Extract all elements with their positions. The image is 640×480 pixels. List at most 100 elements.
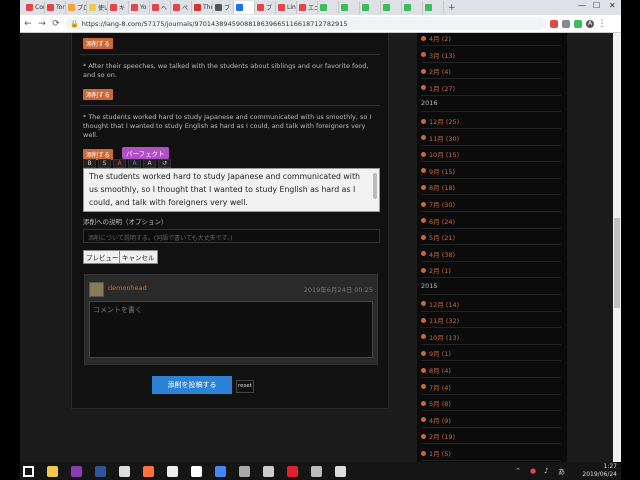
browser-tab[interactable] [360, 1, 381, 14]
undo-button[interactable]: ↺ [158, 159, 171, 168]
onenote-icon[interactable] [68, 464, 84, 478]
archive-month-link[interactable]: 4月 (9) [421, 415, 451, 425]
extension-icon[interactable] [562, 19, 570, 28]
archive-month-link[interactable]: 1月 (27) [421, 83, 455, 93]
minimize-button[interactable]: — [578, 1, 586, 10]
chrome-icon[interactable] [212, 464, 228, 478]
archive-month-link[interactable]: 5月 (21) [421, 232, 455, 242]
explanation-input[interactable]: 添削について説明する。(何語で書いても大丈夫です。) [83, 229, 380, 243]
browser-tab[interactable] [402, 1, 423, 14]
browser-tab[interactable]: Lin [276, 1, 297, 14]
preview-button[interactable]: プレビュー [83, 250, 122, 264]
browser-tab[interactable]: Yo [129, 1, 150, 14]
calculator-icon[interactable] [260, 464, 276, 478]
people-icon[interactable]: ⌃ [515, 467, 521, 475]
reload-icon[interactable]: ⟳ [50, 19, 62, 29]
profile-avatar[interactable]: A [586, 19, 594, 28]
correction-textarea[interactable]: The students worked hard to study Japane… [83, 168, 380, 212]
comment-input[interactable]: コメントを書く [89, 301, 373, 358]
archive-month-link[interactable]: 8月 (4) [421, 365, 451, 375]
archive-month-link[interactable]: 2月 (1) [421, 265, 451, 275]
blank-doc-icon[interactable] [188, 464, 204, 478]
comment-username[interactable]: demonhead [108, 284, 147, 292]
browser-tab[interactable] [339, 1, 360, 14]
archive-month-label: 2月 (1) [429, 267, 451, 276]
red-text-button[interactable]: A [113, 159, 126, 168]
browser-tab[interactable] [234, 1, 255, 14]
archive-month-link[interactable]: 10月 (13) [421, 332, 459, 342]
archive-month-link[interactable]: 3月 (13) [421, 50, 455, 60]
archive-month-link[interactable]: 11月 (30) [421, 133, 459, 143]
camera-icon[interactable] [332, 464, 348, 478]
reset-button[interactable]: reset [236, 380, 254, 393]
file-explorer-icon[interactable] [44, 464, 60, 478]
address-bar[interactable]: 🔒 https://lang-8.com/57175/journals/9701… [66, 17, 546, 30]
perfect-button[interactable]: パーフェクト [122, 147, 169, 159]
text-color-button[interactable]: A [143, 159, 156, 168]
archive-month-link[interactable]: 1月 (5) [421, 448, 451, 458]
archive-month-link[interactable]: 10月 (15) [421, 149, 459, 159]
correct-button[interactable]: 添削する [83, 89, 114, 100]
extension-icon[interactable] [574, 19, 582, 28]
word-icon[interactable] [92, 464, 108, 478]
menu-icon[interactable]: ⋮ [596, 19, 608, 29]
archive-month-link[interactable]: 2月 (4) [421, 66, 451, 76]
ime-indicator[interactable]: あ [558, 467, 565, 477]
bullet-icon [421, 201, 426, 207]
archive-month-link[interactable]: 11月 (32) [421, 315, 459, 325]
browser-tab[interactable]: ブ [255, 1, 276, 14]
archive-month-link[interactable]: 12月 (14) [421, 299, 459, 309]
browser-tab[interactable]: Tor [45, 1, 66, 14]
scrollbar-thumb[interactable] [614, 218, 620, 308]
textarea-scrollbar[interactable] [373, 173, 377, 199]
close-window-button[interactable]: ✕ [609, 1, 616, 10]
correct-button[interactable]: 添削する [83, 38, 114, 49]
browser-tab[interactable] [318, 1, 339, 14]
blue-text-button[interactable]: A [128, 159, 141, 168]
volume-icon[interactable]: ♪ [544, 467, 548, 475]
archive-month-link[interactable]: 4月 (38) [421, 249, 455, 259]
firefox-icon[interactable] [140, 464, 156, 478]
archive-month-label: 7月 (30) [429, 201, 456, 209]
browser-tab[interactable]: キ [108, 1, 129, 14]
browser-tab[interactable]: 使い [87, 1, 108, 14]
obs-icon[interactable] [164, 464, 180, 478]
browser-tab[interactable]: ヘ [150, 1, 171, 14]
browser-tab[interactable] [381, 1, 402, 14]
page-scrollbar[interactable] [613, 33, 621, 462]
notepad-icon[interactable] [116, 464, 132, 478]
windows-start-icon[interactable] [20, 464, 36, 478]
maximize-button[interactable]: ☐ [593, 1, 600, 10]
back-icon[interactable]: ← [22, 19, 34, 29]
submit-correction-button[interactable]: 添削を投稿する [152, 376, 232, 394]
archive-month-link[interactable]: 7月 (4) [421, 382, 451, 392]
tray-app-icon[interactable]: ● [530, 467, 536, 475]
system-clock[interactable]: 1:27 2019/06/24 [582, 463, 617, 479]
app-icon[interactable] [308, 464, 324, 478]
browser-tab[interactable]: Cor [24, 1, 45, 14]
browser-tab[interactable]: The [192, 1, 213, 14]
archive-month-link[interactable]: 8月 (18) [421, 182, 455, 192]
browser-tab[interactable] [423, 1, 444, 14]
tool-icon[interactable] [236, 464, 252, 478]
archive-month-link[interactable]: 9月 (15) [421, 166, 455, 176]
browser-tab[interactable]: ブロ [66, 1, 87, 14]
extension-icon[interactable] [550, 19, 558, 28]
browser-tab[interactable]: ペ [171, 1, 192, 14]
strikethrough-button[interactable]: S [98, 159, 111, 168]
archive-month-link[interactable]: 4月 (2) [421, 33, 451, 43]
new-tab-button[interactable]: + [448, 3, 456, 13]
opera-icon[interactable] [284, 464, 300, 478]
avatar[interactable] [89, 282, 104, 297]
archive-month-link[interactable]: 5月 (8) [421, 398, 451, 408]
archive-month-link[interactable]: 7月 (30) [421, 199, 455, 209]
archive-month-link[interactable]: 12月 (25) [421, 116, 459, 126]
archive-month-link[interactable]: 6月 (24) [421, 216, 455, 226]
cancel-button[interactable]: キャンセル [119, 250, 158, 264]
bold-button[interactable]: B [83, 159, 96, 168]
forward-icon[interactable]: → [36, 19, 48, 29]
archive-month-link[interactable]: 9月 (1) [421, 348, 451, 358]
browser-tab[interactable]: エニ [297, 1, 318, 14]
archive-month-link[interactable]: 2月 (19) [421, 431, 455, 441]
browser-tab[interactable]: ブ [213, 1, 234, 14]
